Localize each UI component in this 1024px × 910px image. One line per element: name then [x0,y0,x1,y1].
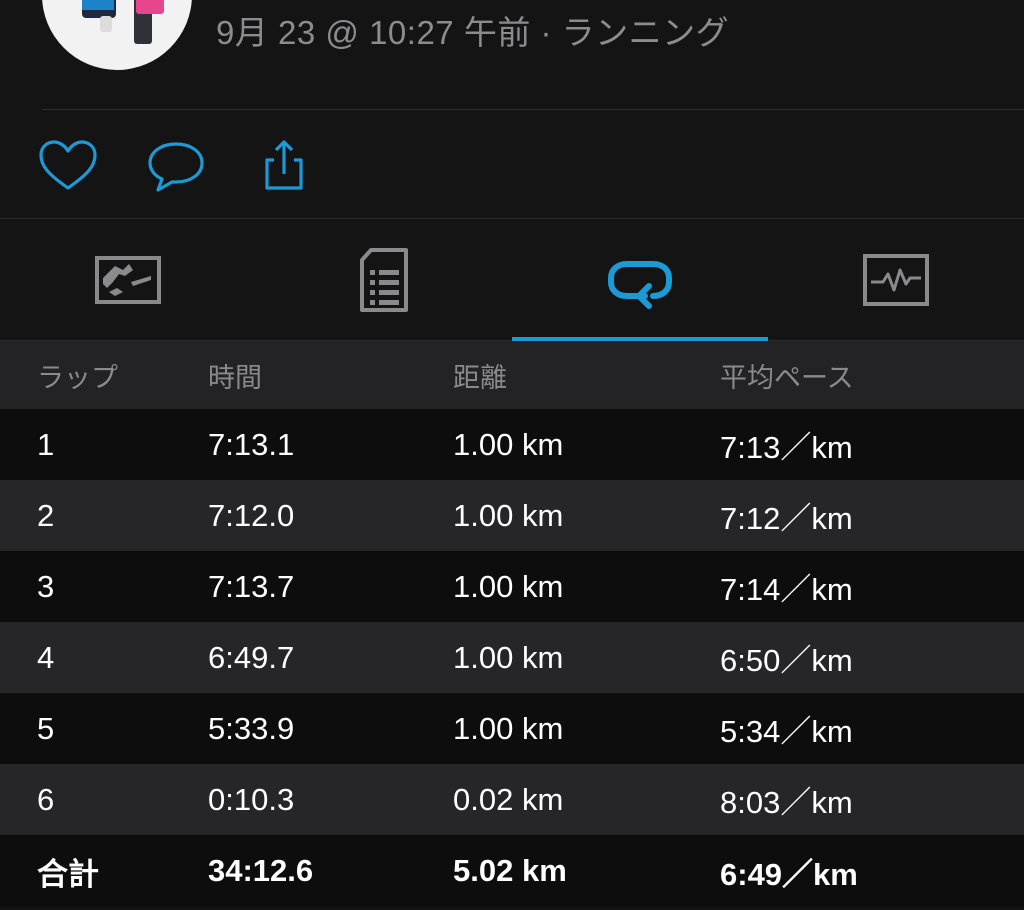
share-icon[interactable] [254,138,314,194]
lap-avg-pace: 6:50／km [720,643,853,678]
lap-number: 6 [37,781,55,817]
tab-map[interactable] [0,219,256,340]
avatar[interactable] [42,0,192,70]
table-row[interactable]: 6 0:10.3 0.02 km 8:03／km [0,764,1024,835]
map-icon [95,255,161,304]
heart-rate-chart-icon [863,253,929,306]
total-row: 合計 34:12.6 5.02 km 6:49／km [0,835,1024,907]
lap-avg-pace: 7:14／km [720,572,853,607]
lap-number: 4 [37,639,55,675]
table-header: ラップ 時間 距離 平均ペース [0,341,1024,409]
divider [42,109,1024,110]
lap-distance: 1.00 km [453,497,564,533]
lap-time: 5:33.9 [208,710,295,746]
lap-time: 7:13.1 [208,426,295,462]
activity-subtitle: 9月 23 @ 10:27 午前 · ランニング [216,14,730,51]
column-header-distance: 距離 [453,362,507,393]
lap-number: 2 [37,497,55,533]
tab-bar [0,219,1024,341]
table-row[interactable]: 3 7:13.7 1.00 km 7:14／km [0,551,1024,622]
lap-distance: 1.00 km [453,639,564,675]
lap-number: 5 [37,710,55,746]
total-label: 合計 [37,856,99,892]
lap-distance: 0.02 km [453,781,564,817]
heart-icon[interactable] [38,138,98,194]
lap-avg-pace: 7:12／km [720,501,853,536]
table-row[interactable]: 4 6:49.7 1.00 km 6:50／km [0,622,1024,693]
table-row[interactable]: 2 7:12.0 1.00 km 7:12／km [0,480,1024,551]
activity-header: 9月 23 @ 10:27 午前 · ランニング [0,0,1024,219]
tab-laps[interactable] [512,219,768,341]
lap-time: 7:12.0 [208,497,295,533]
tab-details[interactable] [256,219,512,340]
lap-time: 7:13.7 [208,568,295,604]
table-row[interactable]: 1 7:13.1 1.00 km 7:13／km [0,409,1024,480]
lap-distance: 1.00 km [453,568,564,604]
tab-charts[interactable] [768,219,1024,340]
column-header-lap: ラップ [37,362,118,393]
lap-avg-pace: 5:34／km [720,714,853,749]
column-header-avg-pace: 平均ペース [720,362,854,393]
total-time: 34:12.6 [208,853,314,888]
speech-bubble-icon[interactable] [146,138,206,194]
lap-avg-pace: 8:03／km [720,785,853,820]
lap-time: 0:10.3 [208,781,295,817]
total-avg-pace: 6:49／km [720,856,858,892]
table-row[interactable]: 5 5:33.9 1.00 km 5:34／km [0,693,1024,764]
lap-distance: 1.00 km [453,426,564,462]
laps-table: ラップ 時間 距離 平均ペース 1 7:13.1 1.00 km 7:13／km… [0,341,1024,907]
lap-distance: 1.00 km [453,710,564,746]
activity-detail-screen: 9月 23 @ 10:27 午前 · ランニング ラップ 時間 距離 平均ペース… [0,0,1024,910]
loop-arrow-icon [608,260,672,309]
document-list-icon [360,247,408,312]
column-header-time: 時間 [208,362,262,393]
lap-avg-pace: 7:13／km [720,430,853,465]
lap-number: 3 [37,568,55,604]
lap-time: 6:49.7 [208,639,295,675]
lap-number: 1 [37,426,55,462]
total-distance: 5.02 km [453,853,567,888]
